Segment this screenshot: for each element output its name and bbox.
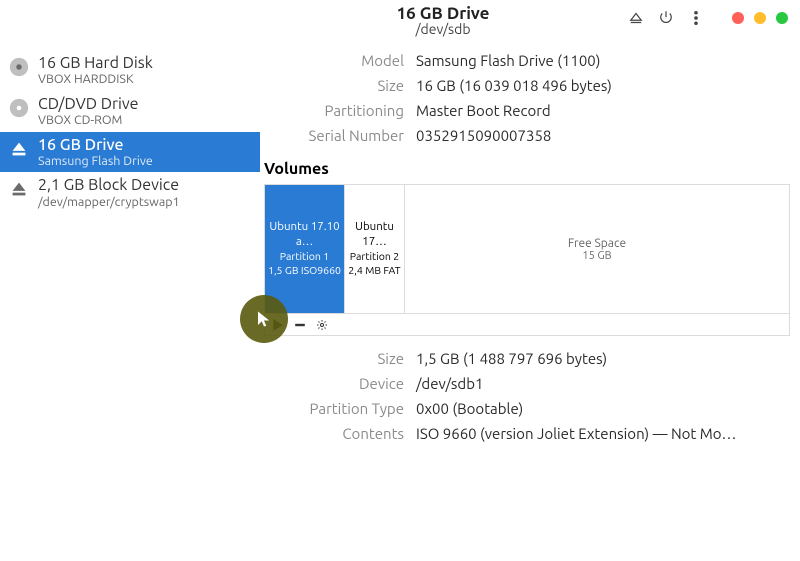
volume-fs: 1,5 GB ISO9660 xyxy=(268,264,341,278)
sidebar-item[interactable]: 16 GB Hard DiskVBOX HARDDISK xyxy=(0,50,260,91)
sidebar-item[interactable]: CD/DVD DriveVBOX CD-ROM xyxy=(0,91,260,132)
sidebar-item-title: 16 GB Drive xyxy=(38,136,153,154)
titlebar: 16 GB Drive /dev/sdb xyxy=(0,0,800,50)
content-pane: Model Samsung Flash Drive (1100) Size 16… xyxy=(260,50,800,561)
partition-info: Size 1,5 GB (1 488 797 696 bytes) Device… xyxy=(260,350,790,442)
volume-toolbar xyxy=(264,314,790,336)
sidebar-item[interactable]: 2,1 GB Block Device/dev/mapper/cryptswap… xyxy=(0,172,260,213)
sidebar-item-title: CD/DVD Drive xyxy=(38,95,139,113)
volume-free-space[interactable]: Free Space15 GB xyxy=(405,185,789,313)
value-partitioning: Master Boot Record xyxy=(416,102,790,119)
sidebar-item-title: 2,1 GB Block Device xyxy=(38,176,180,194)
hdd-icon xyxy=(8,56,30,78)
mount-play-button[interactable] xyxy=(271,318,285,332)
volume-name: Ubuntu 17.10 a… xyxy=(267,220,342,250)
window-close-button[interactable] xyxy=(732,12,744,24)
sidebar-item[interactable]: 16 GB DriveSamsung Flash Drive xyxy=(0,132,260,173)
window-maximize-button[interactable] xyxy=(776,12,788,24)
sidebar-item-subtitle: VBOX CD-ROM xyxy=(38,113,139,127)
value-pdevice: /dev/sdb1 xyxy=(416,375,790,392)
volume-partnum: Partition 1 xyxy=(280,250,329,264)
volume-fs: 2,4 MB FAT xyxy=(348,264,400,278)
device-sidebar: 16 GB Hard DiskVBOX HARDDISKCD/DVD Drive… xyxy=(0,50,260,561)
eject-icon xyxy=(8,178,30,200)
sidebar-item-subtitle: Samsung Flash Drive xyxy=(38,154,153,168)
volume-partition[interactable]: Ubuntu 17…Partition 22,4 MB FAT xyxy=(345,185,405,313)
cd-icon xyxy=(8,97,30,119)
drive-info: Model Samsung Flash Drive (1100) Size 16… xyxy=(260,52,790,144)
label-model: Model xyxy=(264,52,404,69)
label-pdevice: Device xyxy=(264,375,404,392)
value-pcontents: ISO 9660 (version Joliet Extension) — No… xyxy=(416,425,790,442)
free-space-size: 15 GB xyxy=(582,250,611,262)
value-model: Samsung Flash Drive (1100) xyxy=(416,52,790,69)
label-serial: Serial Number xyxy=(264,127,404,144)
label-size: Size xyxy=(264,77,404,94)
volume-map: Ubuntu 17.10 a…Partition 11,5 GB ISO9660… xyxy=(264,184,790,314)
sidebar-item-subtitle: /dev/mapper/cryptswap1 xyxy=(38,195,180,209)
eject-icon xyxy=(8,138,30,160)
label-partitioning: Partitioning xyxy=(264,102,404,119)
remove-partition-button[interactable] xyxy=(293,318,307,332)
volume-partition[interactable]: Ubuntu 17.10 a…Partition 11,5 GB ISO9660 xyxy=(265,185,345,313)
window-subtitle: /dev/sdb xyxy=(260,21,626,37)
sidebar-item-subtitle: VBOX HARDDISK xyxy=(38,72,153,86)
value-psize: 1,5 GB (1 488 797 696 bytes) xyxy=(416,350,790,367)
value-ptype: 0x00 (Bootable) xyxy=(416,400,790,417)
power-off-button[interactable] xyxy=(656,8,676,28)
label-pcontents: Contents xyxy=(264,425,404,442)
drive-menu-button[interactable] xyxy=(686,8,706,28)
sidebar-item-title: 16 GB Hard Disk xyxy=(38,54,153,72)
label-psize: Size xyxy=(264,350,404,367)
free-space-label: Free Space xyxy=(568,237,626,250)
eject-drive-button[interactable] xyxy=(626,8,646,28)
value-serial: 0352915090007358 xyxy=(416,127,790,144)
volume-name: Ubuntu 17… xyxy=(347,220,402,250)
volume-settings-button[interactable] xyxy=(315,318,329,332)
volume-partnum: Partition 2 xyxy=(350,250,399,264)
value-size: 16 GB (16 039 018 496 bytes) xyxy=(416,77,790,94)
volumes-heading: Volumes xyxy=(264,160,790,178)
window-minimize-button[interactable] xyxy=(754,12,766,24)
label-ptype: Partition Type xyxy=(264,400,404,417)
